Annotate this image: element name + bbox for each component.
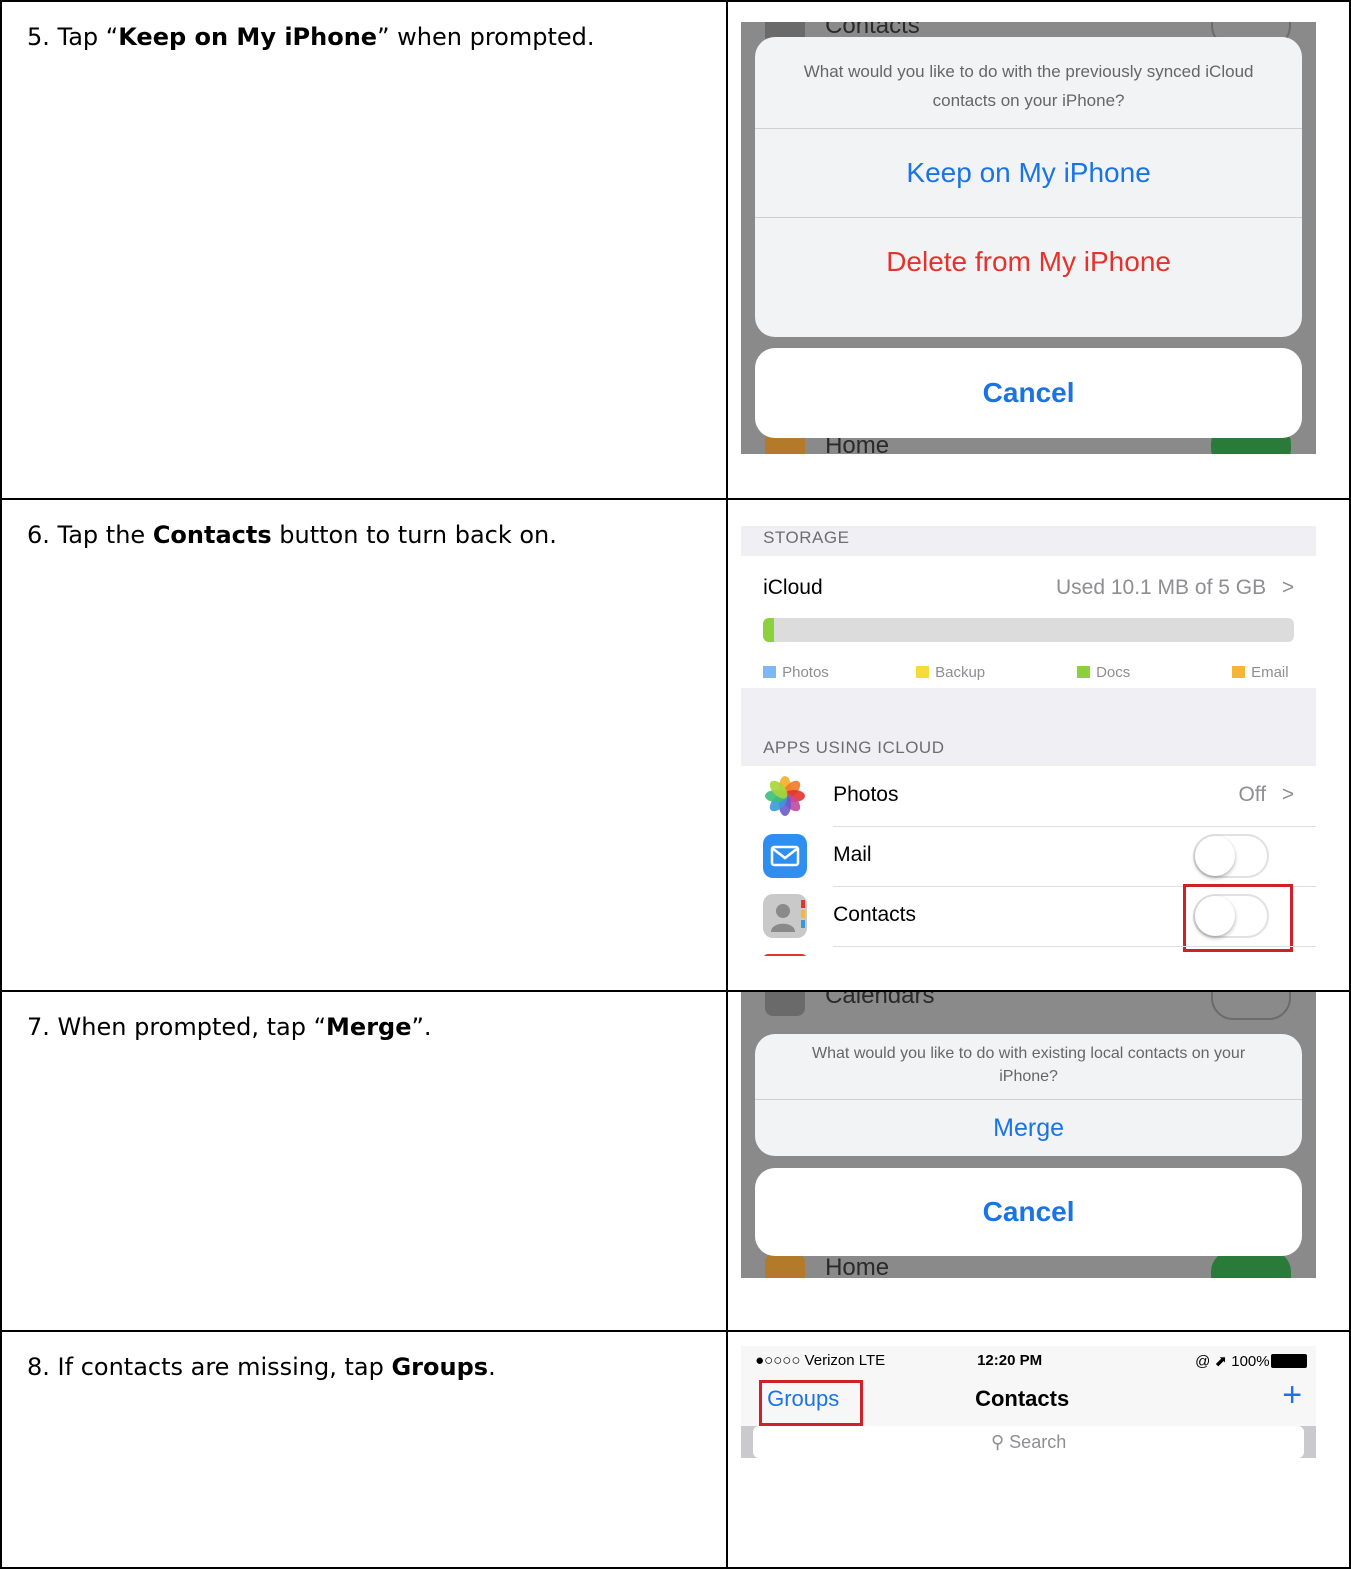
step-text-after: ”. (411, 1013, 432, 1041)
step-screenshot-cell: Contacts Home What would you like to do … (726, 0, 1351, 500)
step-instruction: 6. Tap the Contacts button to turn back … (2, 500, 726, 551)
background-row-label: Home (825, 1254, 890, 1278)
contacts-app-screenshot: ●○○○○ Verizon LTE 12:20 PM @ ⬈ 100% Grou… (741, 1346, 1317, 1458)
step-text-after: ” when prompted. (377, 23, 595, 51)
step-screenshot-cell: ●○○○○ Verizon LTE 12:20 PM @ ⬈ 100% Grou… (726, 1330, 1351, 1569)
search-icon: ⚲ (990, 1432, 1005, 1452)
page-title: Contacts (975, 1386, 1070, 1411)
step-text-cell: 5. Tap “Keep on My iPhone” when prompted… (0, 0, 729, 500)
step-number: 5. (27, 23, 50, 51)
step-text-before: Tap “ (49, 23, 119, 51)
app-row-photos-value: Off (1238, 783, 1267, 806)
step-text-after: button to turn back on. (271, 521, 557, 549)
legend-backup: Backup (916, 664, 985, 681)
step-screenshot-cell: STORAGE iCloud Used 10.1 MB of 5 GB > Ph… (726, 498, 1351, 992)
action-sheet-message: What would you like to do with existing … (755, 1034, 1303, 1100)
step-bold-term: Groups (391, 1353, 489, 1381)
mail-toggle[interactable] (1193, 834, 1270, 878)
icloud-label: iCloud (763, 576, 823, 599)
step-bold-term: Keep on My iPhone (118, 23, 378, 51)
chevron-right-icon: > (1281, 576, 1295, 599)
legend-label: Photos (782, 664, 829, 681)
apps-section-header: APPS USING ICLOUD (763, 738, 945, 757)
app-row-photos-label[interactable]: Photos (833, 783, 898, 807)
icloud-settings-screenshot: STORAGE iCloud Used 10.1 MB of 5 GB > Ph… (741, 526, 1317, 956)
storage-section-header: STORAGE (763, 528, 850, 547)
app-row-contacts-label: Contacts (833, 903, 916, 926)
status-time: 12:20 PM (977, 1352, 1043, 1369)
step-screenshot-cell: Calendars Home What would you like to do… (726, 990, 1351, 1332)
step-bold-term: Merge (326, 1013, 412, 1041)
partial-app-icon (763, 954, 808, 956)
background-row-label: Calendars (825, 992, 935, 1009)
legend-email: Email (1232, 664, 1289, 681)
step-text-cell: 8. If contacts are missing, tap Groups. (0, 1330, 729, 1569)
legend-photos: Photos (763, 664, 829, 681)
storage-usage-bar (763, 618, 1295, 642)
step-text-cell: 7. When prompted, tap “Merge”. (0, 990, 729, 1332)
battery-icon (1271, 1354, 1308, 1368)
chevron-right-icon: > (1281, 783, 1295, 806)
step-text-before: Tap the (49, 521, 153, 549)
step-row-7: 7. When prompted, tap “Merge”. Calendars… (0, 990, 1351, 1332)
step-text-cell: 6. Tap the Contacts button to turn back … (0, 498, 729, 992)
search-input[interactable]: ⚲ Search (753, 1426, 1305, 1458)
action-sheet: What would you like to do with existing … (755, 1034, 1303, 1156)
icloud-usage-text[interactable]: Used 10.1 MB of 5 GB (1056, 576, 1266, 600)
merge-button[interactable]: Merge (755, 1100, 1302, 1156)
step-number: 7. (27, 1013, 50, 1041)
row-divider (833, 826, 1317, 827)
step-text-after: . (488, 1353, 496, 1381)
legend-swatch (763, 666, 777, 678)
battery-status: @ ⬈ 100% (1195, 1353, 1270, 1370)
app-row-mail-label: Mail (833, 843, 872, 866)
legend-label: Email (1251, 664, 1289, 681)
legend-docs: Docs (1077, 664, 1130, 681)
toggle-knob (1195, 836, 1236, 876)
storage-usage-fill (763, 618, 774, 642)
step-row-6: 6. Tap the Contacts button to turn back … (0, 498, 1351, 992)
merge-prompt-screenshot: Calendars Home What would you like to do… (741, 992, 1317, 1278)
step-row-8: 8. If contacts are missing, tap Groups. … (0, 1330, 1351, 1569)
step-row-5: 5. Tap “Keep on My iPhone” when prompted… (0, 0, 1351, 500)
add-contact-button[interactable]: + (1282, 1376, 1302, 1415)
legend-swatch (1077, 666, 1091, 678)
step-text-before: When prompted, tap “ (49, 1013, 327, 1041)
step-bold-term: Contacts (152, 521, 272, 549)
delete-from-my-iphone-button[interactable]: Delete from My iPhone (755, 218, 1302, 306)
step-instruction: 7. When prompted, tap “Merge”. (2, 992, 726, 1043)
legend-label: Docs (1096, 664, 1131, 681)
background-toggle (1211, 992, 1292, 1020)
contacts-icon (763, 894, 808, 938)
step-instruction: 5. Tap “Keep on My iPhone” when prompted… (2, 2, 726, 53)
action-sheet-message: What would you like to do with the previ… (755, 37, 1303, 129)
legend-swatch (1232, 666, 1246, 678)
calendar-icon (765, 992, 806, 1016)
cancel-button[interactable]: Cancel (755, 1168, 1303, 1256)
action-sheet: What would you like to do with the previ… (755, 37, 1303, 337)
carrier-status: ●○○○○ Verizon LTE (755, 1352, 886, 1369)
mail-icon (763, 834, 808, 878)
step-instruction: 8. If contacts are missing, tap Groups. (2, 1332, 726, 1383)
instruction-table: 5. Tap “Keep on My iPhone” when prompted… (0, 0, 1351, 1569)
row-divider (833, 946, 1317, 947)
step-number: 8. (27, 1353, 50, 1381)
photos-icon (763, 774, 808, 818)
keep-on-my-iphone-button[interactable]: Keep on My iPhone (755, 129, 1303, 218)
search-bar-area: ⚲ Search (741, 1426, 1317, 1458)
legend-label: Backup (935, 664, 986, 681)
legend-swatch (916, 666, 930, 678)
home-icon (765, 1254, 806, 1278)
delete-prompt-screenshot: Contacts Home What would you like to do … (741, 22, 1317, 454)
search-placeholder: Search (1009, 1432, 1067, 1452)
contacts-toggle-highlight (1183, 884, 1294, 952)
step-number: 6. (27, 521, 50, 549)
groups-button-highlight (759, 1380, 864, 1426)
step-text-before: If contacts are missing, tap (49, 1353, 392, 1381)
cancel-button[interactable]: Cancel (755, 348, 1303, 438)
